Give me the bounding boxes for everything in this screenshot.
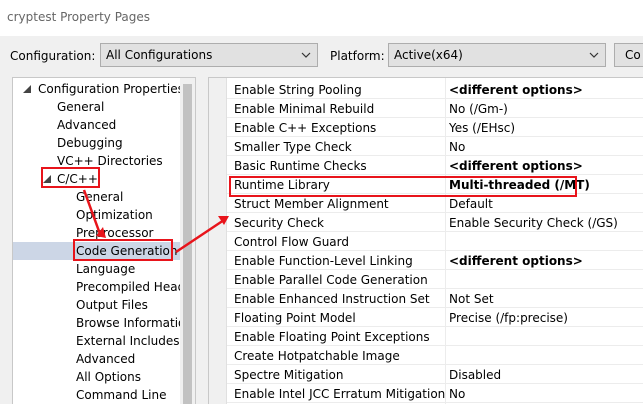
property-row[interactable]: Security Check Enable Security Check (/GS… bbox=[227, 213, 643, 232]
property-value[interactable]: Precise (/fp:precise) bbox=[449, 311, 568, 325]
property-name: Enable Function-Level Linking bbox=[234, 254, 413, 268]
property-row[interactable]: Spectre Mitigation Disabled bbox=[227, 365, 643, 384]
tree-item-label: VC++ Directories bbox=[57, 154, 163, 168]
tree-scrollbar[interactable] bbox=[180, 78, 195, 404]
tree-item-browse-information[interactable]: Browse Information bbox=[13, 314, 193, 332]
property-row[interactable]: Enable Floating Point Exceptions bbox=[227, 327, 643, 346]
property-row[interactable]: Enable String Pooling <different options> bbox=[227, 80, 643, 99]
property-name: Floating Point Model bbox=[234, 311, 356, 325]
property-row[interactable]: Enable Function-Level Linking <different … bbox=[227, 251, 643, 270]
property-value[interactable]: <different options> bbox=[449, 254, 583, 268]
property-row[interactable]: Enable Parallel Code Generation bbox=[227, 270, 643, 289]
tree-item-label: Precompiled Heade bbox=[76, 280, 193, 294]
property-row[interactable]: Enable C++ Exceptions Yes (/EHsc) bbox=[227, 118, 643, 137]
window-title: cryptest Property Pages bbox=[7, 10, 151, 24]
property-name: Enable Intel JCC Erratum Mitigation bbox=[234, 387, 446, 401]
property-value[interactable]: No bbox=[449, 387, 465, 401]
tree-item-label: Output Files bbox=[76, 298, 148, 312]
tree-item-label: General bbox=[57, 100, 105, 114]
platform-label: Platform: bbox=[330, 49, 385, 63]
property-name: Enable Minimal Rebuild bbox=[234, 102, 375, 116]
property-name: Enable Parallel Code Generation bbox=[234, 273, 428, 287]
property-name: Spectre Mitigation bbox=[234, 368, 344, 382]
property-value[interactable]: <different options> bbox=[449, 159, 583, 173]
property-value[interactable]: Enable Security Check (/GS) bbox=[449, 216, 618, 230]
property-row[interactable]: Enable Intel JCC Erratum Mitigation No bbox=[227, 384, 643, 403]
configuration-dropdown[interactable]: All Configurations bbox=[100, 43, 318, 67]
tree-item-label: Advanced bbox=[76, 352, 136, 366]
tree-item-label: Preprocessor bbox=[76, 226, 154, 240]
property-name: Enable Floating Point Exceptions bbox=[234, 330, 430, 344]
property-row[interactable]: Enable Minimal Rebuild No (/Gm-) bbox=[227, 99, 643, 118]
tree-item-debugging[interactable]: Debugging bbox=[13, 134, 181, 152]
configuration-value: All Configurations bbox=[106, 48, 213, 62]
tree-scrollbar-thumb[interactable] bbox=[183, 84, 192, 404]
property-row[interactable]: Create Hotpatchable Image bbox=[227, 346, 643, 365]
configuration-label: Configuration: bbox=[10, 49, 96, 63]
configuration-manager-button[interactable]: Co bbox=[614, 43, 643, 67]
property-row[interactable]: Smaller Type Check No bbox=[227, 137, 643, 156]
tree-item-label: Configuration Properties bbox=[38, 82, 184, 96]
tree-item-label: External Includes bbox=[76, 334, 180, 348]
tree-item-label: All Options bbox=[76, 370, 141, 384]
property-row[interactable]: Basic Runtime Checks <different options> bbox=[227, 156, 643, 175]
property-name: Enable C++ Exceptions bbox=[234, 121, 377, 135]
property-name: Control Flow Guard bbox=[234, 235, 349, 249]
property-value[interactable]: Yes (/EHsc) bbox=[449, 121, 515, 135]
tree-item-optimization[interactable]: Optimization bbox=[13, 206, 181, 224]
tree-item-general[interactable]: General bbox=[13, 98, 181, 116]
tree-item-advanced[interactable]: Advanced bbox=[13, 116, 181, 134]
tree-item-label: Advanced bbox=[57, 118, 117, 132]
property-value[interactable]: Default bbox=[449, 197, 493, 211]
tree-item-precompiled-headers[interactable]: Precompiled Heade bbox=[13, 278, 193, 296]
property-value[interactable]: Not Set bbox=[449, 292, 494, 306]
property-row[interactable]: Enable Enhanced Instruction Set Not Set bbox=[227, 289, 643, 308]
property-name: Smaller Type Check bbox=[234, 140, 352, 154]
expanded-triangle-icon[interactable] bbox=[23, 85, 31, 93]
property-name: Enable String Pooling bbox=[234, 83, 362, 97]
chevron-down-icon bbox=[589, 52, 599, 58]
tree-item-label: Debugging bbox=[57, 136, 123, 150]
property-grid: Enable String Pooling <different options>… bbox=[208, 77, 643, 404]
property-name: Create Hotpatchable Image bbox=[234, 349, 400, 363]
tree-item-cpp-advanced[interactable]: Advanced bbox=[13, 350, 181, 368]
property-row[interactable]: Floating Point Model Precise (/fp:precise… bbox=[227, 308, 643, 327]
tree-item-label: Command Line bbox=[76, 388, 167, 402]
title-bar: cryptest Property Pages bbox=[0, 0, 643, 36]
annotation-box-cpp bbox=[41, 167, 100, 188]
platform-dropdown[interactable]: Active(x64) bbox=[388, 43, 606, 67]
chevron-down-icon bbox=[301, 52, 311, 58]
tree-item-output-files[interactable]: Output Files bbox=[13, 296, 181, 314]
tree-item-external-includes[interactable]: External Includes bbox=[13, 332, 181, 350]
tree-item-command-line[interactable]: Command Line bbox=[13, 386, 181, 404]
tree-item-configuration-properties[interactable]: Configuration Properties bbox=[13, 80, 184, 98]
tree-item-label: Language bbox=[76, 262, 136, 276]
property-name: Security Check bbox=[234, 216, 325, 230]
tree-item-language[interactable]: Language bbox=[13, 260, 181, 278]
property-name: Basic Runtime Checks bbox=[234, 159, 367, 173]
property-name: Struct Member Alignment bbox=[234, 197, 389, 211]
property-value[interactable]: No bbox=[449, 140, 465, 154]
tree-item-cpp-general[interactable]: General bbox=[13, 188, 181, 206]
annotation-box-runtime-library bbox=[229, 176, 577, 197]
configuration-bar: Configuration: All Configurations Platfo… bbox=[0, 36, 643, 76]
annotation-box-code-generation bbox=[73, 239, 173, 261]
property-name: Enable Enhanced Instruction Set bbox=[234, 292, 430, 306]
property-grid-gutter bbox=[209, 78, 227, 404]
property-row[interactable]: Control Flow Guard bbox=[227, 232, 643, 251]
tree-item-label: General bbox=[76, 190, 124, 204]
configuration-manager-label: Co bbox=[625, 48, 641, 62]
tree-item-label: Optimization bbox=[76, 208, 153, 222]
property-value[interactable]: No (/Gm-) bbox=[449, 102, 508, 116]
tree-item-label: Browse Information bbox=[76, 316, 193, 330]
platform-value: Active(x64) bbox=[394, 48, 463, 62]
property-value[interactable]: Disabled bbox=[449, 368, 501, 382]
property-value[interactable]: <different options> bbox=[449, 83, 583, 97]
tree-item-all-options[interactable]: All Options bbox=[13, 368, 181, 386]
